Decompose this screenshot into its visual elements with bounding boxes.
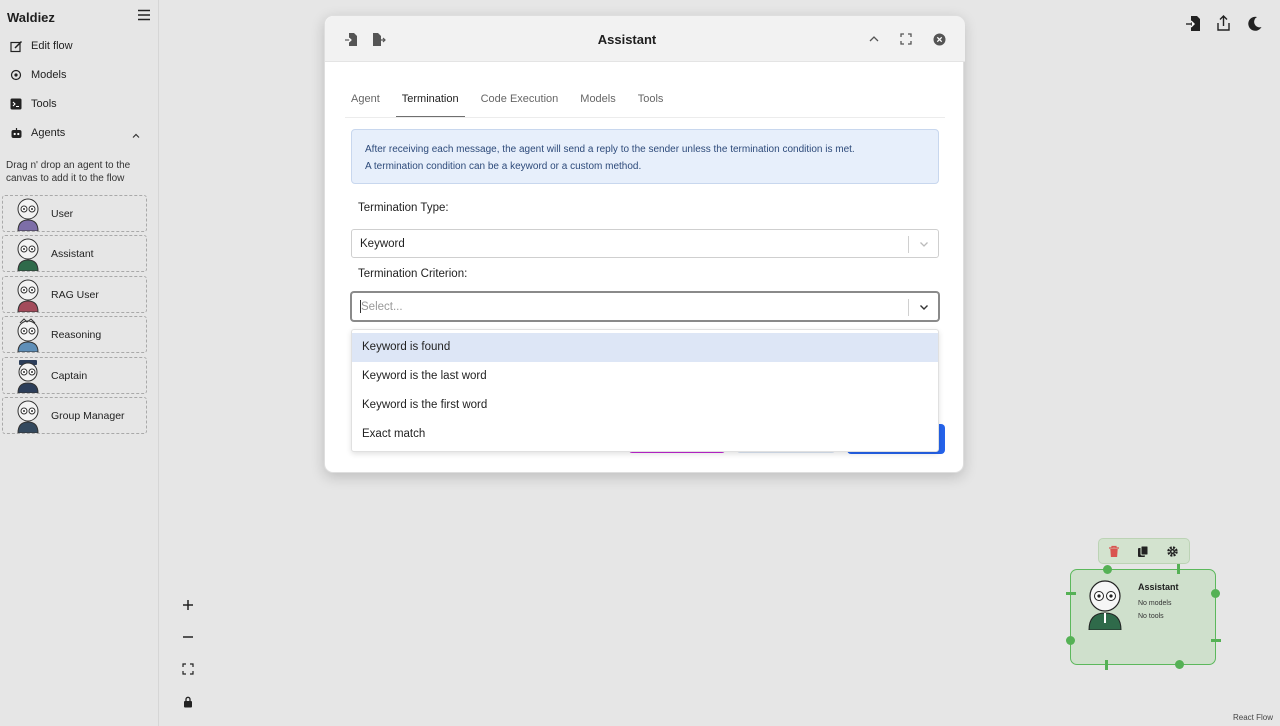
fit-view-button[interactable] xyxy=(172,653,204,684)
option-keyword-first-word[interactable]: Keyword is the first word xyxy=(352,391,938,420)
agent-card-label: Assistant xyxy=(51,247,94,260)
agent-card-group-manager[interactable]: Group Manager xyxy=(2,397,147,434)
option-keyword-last-word[interactable]: Keyword is the last word xyxy=(352,362,938,391)
node-handle-top[interactable] xyxy=(1103,565,1112,574)
node-toolbar xyxy=(1098,538,1190,564)
zoom-out-button[interactable] xyxy=(172,621,204,652)
nav-edit-flow[interactable]: Edit flow xyxy=(9,36,73,56)
termination-criterion-select[interactable]: Select... xyxy=(351,292,939,321)
robot-icon xyxy=(9,126,23,140)
info-line-2: A termination condition can be a keyword… xyxy=(365,161,642,172)
select-separator xyxy=(908,236,909,253)
sidebar: Waldiez Edit flow Models Tools Agents Dr… xyxy=(0,0,159,726)
node-handle-top-right[interactable] xyxy=(1177,564,1180,574)
modal-tabs: Agent Termination Code Execution Models … xyxy=(345,91,679,118)
agent-card-label: Captain xyxy=(51,369,88,382)
node-models-status: No models xyxy=(1138,600,1172,607)
nav-models-label: Models xyxy=(31,69,67,81)
node-handle-bottom[interactable] xyxy=(1175,660,1184,669)
agent-card-label: RAG User xyxy=(51,288,99,301)
node-title: Assistant xyxy=(1138,582,1179,592)
import-icon[interactable] xyxy=(1184,13,1202,33)
tab-termination[interactable]: Termination xyxy=(395,91,465,118)
reasoning-agent-avatar-icon xyxy=(17,317,39,352)
nav-models[interactable]: Models xyxy=(9,65,66,85)
node-handle-right-bar[interactable] xyxy=(1211,639,1221,642)
nav-agents[interactable]: Agents xyxy=(9,123,65,143)
node-handle-left[interactable] xyxy=(1066,636,1075,645)
select-separator xyxy=(908,299,909,316)
termination-type-value: Keyword xyxy=(360,237,405,250)
tab-tools[interactable]: Tools xyxy=(632,91,670,118)
info-line-1: After receiving each message, the agent … xyxy=(365,144,855,155)
chevron-up-icon[interactable] xyxy=(131,128,141,138)
group-manager-agent-avatar-icon xyxy=(17,400,39,433)
option-exact-match[interactable]: Exact match xyxy=(352,420,938,449)
share-icon[interactable] xyxy=(1214,13,1232,33)
chevron-down-icon[interactable] xyxy=(918,238,930,250)
tab-code-execution[interactable]: Code Execution xyxy=(475,91,565,118)
agent-card-rag-user[interactable]: RAG User xyxy=(2,276,147,313)
terminal-icon xyxy=(9,97,23,111)
agent-card-label: Group Manager xyxy=(51,409,125,422)
edit-icon xyxy=(9,39,23,53)
react-flow-attribution[interactable]: React Flow xyxy=(1233,713,1273,722)
user-agent-avatar-icon xyxy=(17,198,39,231)
modal-title: Assistant xyxy=(597,32,657,47)
zoom-in-button[interactable] xyxy=(172,589,204,620)
assistant-agent-avatar-icon xyxy=(17,238,39,271)
agent-card-label: Reasoning xyxy=(51,328,102,341)
captain-agent-avatar-icon xyxy=(17,359,39,393)
agent-card-assistant[interactable]: Assistant xyxy=(2,235,147,272)
node-tools-status: No tools xyxy=(1138,613,1164,620)
agent-card-user[interactable]: User xyxy=(2,195,147,232)
nav-edit-flow-label: Edit flow xyxy=(31,40,73,52)
criterion-dropdown-menu: Keyword is found Keyword is the last wor… xyxy=(351,329,939,452)
lock-button[interactable] xyxy=(172,686,204,717)
tab-agent[interactable]: Agent xyxy=(345,91,386,118)
copy-icon[interactable] xyxy=(1136,544,1150,558)
close-icon[interactable] xyxy=(931,31,947,47)
agent-card-captain[interactable]: Captain xyxy=(2,357,147,394)
collapse-icon[interactable] xyxy=(866,31,882,47)
termination-type-select[interactable]: Keyword xyxy=(351,229,939,258)
termination-type-label: Termination Type: xyxy=(358,202,449,214)
agents-hint: Drag n' drop an agent to the canvas to a… xyxy=(6,160,131,184)
agent-card-label: User xyxy=(51,207,74,220)
agent-card-reasoning[interactable]: Reasoning xyxy=(2,316,147,353)
nav-tools[interactable]: Tools xyxy=(9,94,57,114)
assistant-node-avatar-icon xyxy=(1088,580,1122,630)
node-handle-left-bar[interactable] xyxy=(1066,592,1076,595)
assistant-node[interactable]: Assistant No models No tools xyxy=(1070,569,1216,665)
tab-divider xyxy=(345,117,945,118)
menu-icon[interactable] xyxy=(137,8,151,22)
termination-criterion-label: Termination Criterion: xyxy=(358,268,468,280)
agent-modal: Assistant Agent Termination Code Executi… xyxy=(324,15,965,473)
rag-user-agent-avatar-icon xyxy=(17,279,39,312)
chevron-down-icon[interactable] xyxy=(918,301,930,313)
fullscreen-icon[interactable] xyxy=(898,31,914,47)
nav-agents-label: Agents xyxy=(31,127,66,139)
option-keyword-found[interactable]: Keyword is found xyxy=(352,333,938,362)
gear-icon[interactable] xyxy=(1165,544,1179,558)
node-handle-bottom-bar[interactable] xyxy=(1105,660,1108,670)
termination-info-box: After receiving each message, the agent … xyxy=(351,129,939,184)
criterion-placeholder: Select... xyxy=(361,300,403,313)
models-icon xyxy=(9,68,23,82)
delete-icon[interactable] xyxy=(1107,544,1121,558)
tab-models[interactable]: Models xyxy=(574,91,621,118)
nav-tools-label: Tools xyxy=(31,98,57,110)
app-brand: Waldiez xyxy=(7,10,55,25)
node-handle-right[interactable] xyxy=(1211,589,1220,598)
modal-header: Assistant xyxy=(325,16,965,62)
dark-mode-icon[interactable] xyxy=(1246,13,1264,33)
